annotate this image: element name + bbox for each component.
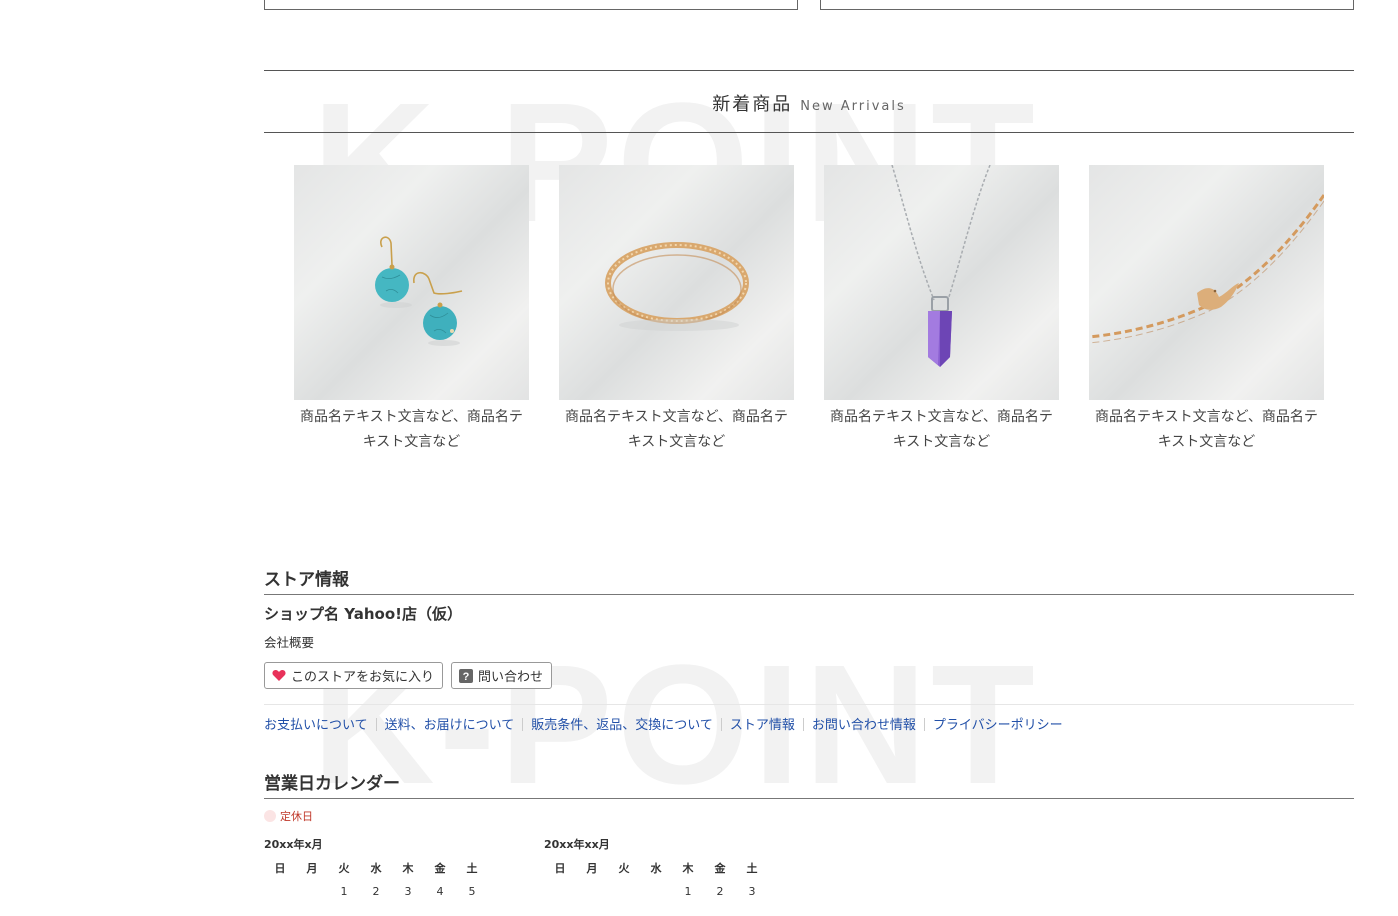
calendar-day: 2 xyxy=(372,884,380,898)
product-image-turquoise-earrings[interactable] xyxy=(294,165,529,400)
heart-icon xyxy=(272,669,286,682)
weekday-tue: 火 xyxy=(618,862,630,875)
product-card[interactable]: 商品名テキスト文言など、商品名テキスト文言など xyxy=(824,165,1059,455)
calendar-month: 20xx年x月 日 月 火 水 木 金 土 1 2 3 4 5 xyxy=(264,836,504,904)
link-separator xyxy=(375,718,377,731)
holiday-legend: 定休日 xyxy=(264,808,313,824)
contact-button[interactable]: ? 問い合わせ xyxy=(451,662,553,689)
weekday-thu: 木 xyxy=(682,862,694,875)
weekday-tue: 火 xyxy=(338,862,350,875)
calendar-month: 20xx年xx月 日 月 火 水 木 金 土 1 2 3 xyxy=(544,836,784,904)
store-info-link[interactable]: ストア情報 xyxy=(730,718,795,733)
shipping-info-link[interactable]: 送料、お届けについて xyxy=(385,718,515,733)
holiday-legend-label: 定休日 xyxy=(280,810,313,823)
calendar-day: 3 xyxy=(404,884,412,898)
new-arrivals-subtitle: New Arrivals xyxy=(800,99,906,114)
weekday-sat: 土 xyxy=(746,862,758,875)
link-separator xyxy=(923,718,925,731)
store-button-row: このストアをお気に入り ? 問い合わせ xyxy=(264,662,553,689)
calendar-heading: 営業日カレンダー xyxy=(264,769,1354,799)
product-card[interactable]: 商品名テキスト文言など、商品名テキスト文言など xyxy=(294,165,529,455)
return-policy-link[interactable]: 販売条件、返品、交換について xyxy=(531,718,713,733)
calendar-day: 2 xyxy=(716,884,724,898)
product-image-gold-bird-bracelet[interactable] xyxy=(1089,165,1324,400)
calendar-day: 5 xyxy=(468,884,476,898)
calendar-day xyxy=(640,878,672,904)
calendar-table: 日 月 火 水 木 金 土 1 2 3 xyxy=(544,858,768,904)
calendar-day xyxy=(608,878,640,904)
link-separator xyxy=(802,718,804,731)
new-arrivals-title: 新着商品 xyxy=(712,94,793,115)
calendar-day xyxy=(264,878,296,904)
product-image-amethyst-pendant[interactable] xyxy=(824,165,1059,400)
shop-name: ショップ名 Yahoo!店（仮） xyxy=(264,605,462,623)
weekday-sun: 日 xyxy=(554,862,566,875)
calendar-table: 日 月 火 水 木 金 土 1 2 3 4 5 xyxy=(264,858,488,904)
product-name[interactable]: 商品名テキスト文言など、商品名テキスト文言など xyxy=(1089,405,1324,455)
top-box-right xyxy=(820,0,1354,10)
store-info-heading: ストア情報 xyxy=(264,565,1354,595)
product-name[interactable]: 商品名テキスト文言など、商品名テキスト文言など xyxy=(294,405,529,455)
product-name[interactable]: 商品名テキスト文言など、商品名テキスト文言など xyxy=(559,405,794,455)
calendar-day xyxy=(544,878,576,904)
store-info-divider xyxy=(264,704,1354,705)
inquiry-info-link[interactable]: お問い合わせ情報 xyxy=(812,718,916,733)
calendar-day: 1 xyxy=(684,884,692,898)
weekday-fri: 金 xyxy=(714,862,726,875)
calendar-day: 1 xyxy=(340,884,348,898)
weekday-wed: 水 xyxy=(370,862,382,875)
payment-info-link[interactable]: お支払いについて xyxy=(264,718,368,733)
store-policy-links: お支払いについて 送料、お届けについて 販売条件、返品、交換について ストア情報 お問い… xyxy=(264,714,1063,733)
calendar-month-label: 20xx年xx月 xyxy=(544,838,610,851)
contact-label: 問い合わせ xyxy=(478,670,544,685)
company-overview-link[interactable]: 会社概要 xyxy=(264,632,314,651)
product-image-gold-bangle[interactable] xyxy=(559,165,794,400)
weekday-wed: 水 xyxy=(650,862,662,875)
question-icon: ? xyxy=(459,668,474,683)
top-box-left xyxy=(264,0,798,10)
product-card[interactable]: 商品名テキスト文言など、商品名テキスト文言など xyxy=(1089,165,1324,455)
weekday-mon: 月 xyxy=(586,862,598,875)
link-separator xyxy=(522,718,524,731)
new-arrivals-header: 新着商品 New Arrivals xyxy=(264,70,1354,133)
link-separator xyxy=(720,718,722,731)
favorite-store-button[interactable]: このストアをお気に入り xyxy=(264,662,444,689)
calendar-day xyxy=(576,878,608,904)
calendar-day: 4 xyxy=(436,884,444,898)
product-name[interactable]: 商品名テキスト文言など、商品名テキスト文言など xyxy=(824,405,1059,455)
product-card[interactable]: 商品名テキスト文言など、商品名テキスト文言など xyxy=(559,165,794,455)
weekday-thu: 木 xyxy=(402,862,414,875)
favorite-store-label: このストアをお気に入り xyxy=(291,670,435,685)
holiday-dot-icon xyxy=(264,810,276,822)
weekday-sat: 土 xyxy=(466,862,478,875)
calendar-day: 3 xyxy=(748,884,756,898)
calendar-day xyxy=(296,878,328,904)
calendar-month-label: 20xx年x月 xyxy=(264,838,323,851)
svg-text:?: ? xyxy=(463,671,470,683)
weekday-mon: 月 xyxy=(306,862,318,875)
privacy-policy-link[interactable]: プライバシーポリシー xyxy=(933,718,1063,733)
weekday-sun: 日 xyxy=(274,862,286,875)
weekday-fri: 金 xyxy=(434,862,446,875)
